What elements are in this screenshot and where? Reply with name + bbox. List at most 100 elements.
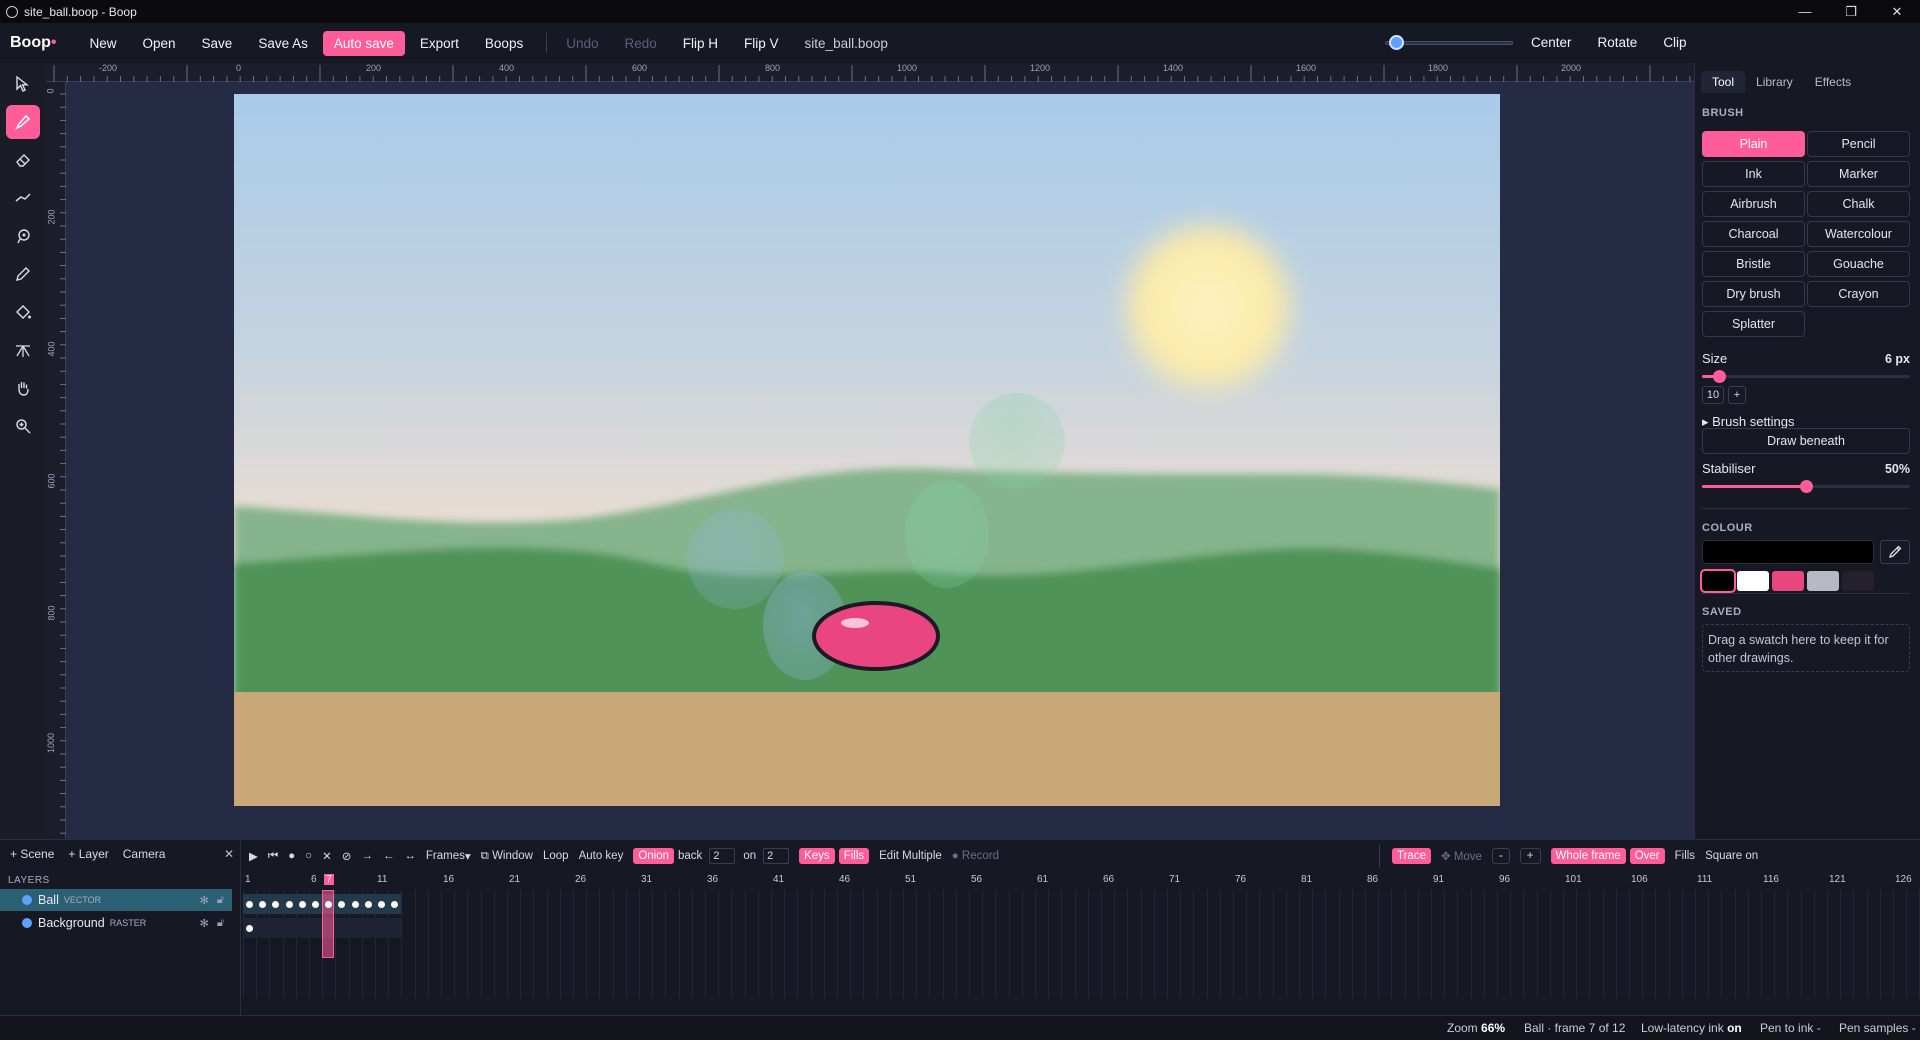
add-blank-frame-icon[interactable]: ○	[305, 850, 312, 862]
size-slider-thumb[interactable]	[1713, 370, 1726, 383]
symmetry-icon[interactable]	[6, 333, 40, 367]
keyframe-dot[interactable]	[351, 901, 359, 908]
trace-plus-button[interactable]: +	[1519, 848, 1541, 864]
clear-frame-icon[interactable]: ⊘	[342, 849, 352, 863]
first-frame-icon[interactable]: ⏮	[268, 850, 278, 863]
zoom-slider-thumb[interactable]	[1389, 35, 1404, 50]
lock-icon[interactable]: 🔓︎	[217, 894, 224, 907]
size-input[interactable]: 10	[1702, 386, 1724, 404]
save-as-button[interactable]: Save As	[247, 31, 319, 56]
brush-chalk-button[interactable]: Chalk	[1807, 191, 1910, 217]
whole-frame-toggle[interactable]: Whole frame	[1550, 848, 1626, 864]
brush-gouache-button[interactable]: Gouache	[1807, 251, 1910, 277]
close-panel-button[interactable]: ✕	[224, 847, 234, 861]
add-layer-button[interactable]: + Layer	[68, 847, 108, 861]
colour-swatch[interactable]	[1807, 571, 1839, 591]
keyframe-dot[interactable]	[285, 901, 293, 908]
onion-toggle-icon[interactable]: ✻	[200, 894, 209, 907]
fill-bucket-icon[interactable]	[6, 295, 40, 329]
lock-icon[interactable]: 🔓︎	[217, 917, 224, 930]
brush-watercolour-button[interactable]: Watercolour	[1807, 221, 1910, 247]
keyframe-dot[interactable]	[246, 925, 253, 932]
eraser-icon[interactable]	[6, 143, 40, 177]
size-slider[interactable]	[1702, 370, 1910, 383]
canvas-viewport[interactable]	[66, 82, 1694, 839]
onion-toggle[interactable]: Onion	[633, 848, 675, 864]
open-button[interactable]: Open	[132, 31, 187, 56]
over-toggle[interactable]: Over	[1629, 848, 1665, 864]
boops-button[interactable]: Boops	[474, 31, 534, 56]
brush-pencil-button[interactable]: Pencil	[1807, 131, 1910, 157]
maximize-button[interactable]: ❐	[1828, 0, 1874, 23]
size-plus-button[interactable]: +	[1728, 386, 1746, 404]
draw-beneath-button[interactable]: Draw beneath	[1702, 428, 1910, 454]
export-button[interactable]: Export	[409, 31, 470, 56]
select-arrow-icon[interactable]	[6, 67, 40, 101]
keys-toggle[interactable]: Keys	[799, 848, 835, 864]
stabiliser-slider[interactable]	[1702, 480, 1910, 493]
tab-tool[interactable]: Tool	[1701, 71, 1746, 93]
saved-swatches-dropzone[interactable]: Drag a swatch here to keep it for other …	[1702, 624, 1910, 672]
brush-dry-brush-button[interactable]: Dry brush	[1702, 281, 1805, 307]
lasso-icon[interactable]	[6, 219, 40, 253]
frames-dropdown[interactable]: Frames ▾	[426, 849, 471, 863]
clip-button[interactable]: Clip	[1652, 30, 1697, 55]
keyframe-dot[interactable]	[312, 901, 319, 908]
brush-plain-button[interactable]: Plain	[1702, 131, 1805, 157]
keyframe-dot[interactable]	[246, 901, 253, 908]
colour-swatch[interactable]	[1737, 571, 1769, 591]
colour-swatch[interactable]	[1700, 569, 1736, 593]
rotate-button[interactable]: Rotate	[1587, 30, 1649, 55]
brush-bristle-button[interactable]: Bristle	[1702, 251, 1805, 277]
play-icon[interactable]: ▶	[249, 849, 258, 863]
fills-toggle[interactable]: Fills	[838, 848, 870, 864]
record-button[interactable]: ● Record	[952, 850, 999, 862]
flip-h-button[interactable]: Flip H	[672, 31, 729, 56]
tab-library[interactable]: Library	[1745, 71, 1804, 93]
hand-icon[interactable]	[6, 371, 40, 405]
zoom-icon[interactable]	[6, 409, 40, 443]
center-button[interactable]: Center	[1520, 30, 1583, 55]
keyframe-dot[interactable]	[364, 901, 372, 908]
current-colour-swatch[interactable]	[1702, 540, 1874, 564]
onion-toggle-icon[interactable]: ✻	[200, 917, 209, 930]
edit-multiple-toggle[interactable]: Edit Multiple	[879, 850, 942, 862]
new-button[interactable]: New	[78, 31, 127, 56]
undo-button[interactable]: Undo	[555, 31, 609, 56]
pen-icon[interactable]	[6, 257, 40, 291]
line-icon[interactable]	[6, 181, 40, 215]
redo-button[interactable]: Redo	[613, 31, 667, 56]
layer-row-background[interactable]: Background RASTER ✻ 🔓︎	[0, 912, 232, 934]
brush-charcoal-button[interactable]: Charcoal	[1702, 221, 1805, 247]
brush-marker-button[interactable]: Marker	[1807, 161, 1910, 187]
onion-on-input[interactable]: 2	[763, 848, 790, 864]
drawing-canvas[interactable]	[234, 94, 1500, 806]
trace-fills-toggle[interactable]: Fills	[1675, 850, 1695, 862]
brush-icon[interactable]	[6, 105, 40, 139]
auto-save-toggle[interactable]: Auto save	[322, 30, 405, 56]
eyedropper-button[interactable]	[1880, 540, 1910, 564]
loop-toggle[interactable]: Loop	[543, 850, 569, 862]
brush-airbrush-button[interactable]: Airbrush	[1702, 191, 1805, 217]
layer-row-ball[interactable]: Ball VECTOR ✻ 🔓︎	[0, 889, 232, 911]
tab-effects[interactable]: Effects	[1804, 71, 1862, 93]
trace-toggle[interactable]: Trace	[1392, 848, 1431, 864]
auto-key-toggle[interactable]: Auto key	[579, 850, 624, 862]
colour-swatch[interactable]	[1842, 571, 1874, 591]
close-window-button[interactable]: ✕	[1874, 0, 1920, 23]
frames-grid[interactable]: 1 6 7 11 16 21 26 31 36 41 46 51 56 61 66 71 76 81 86 91 96 1…	[241, 872, 1920, 1002]
colour-swatch[interactable]	[1772, 571, 1804, 591]
save-button[interactable]: Save	[191, 31, 244, 56]
keyframe-dot[interactable]	[378, 901, 385, 908]
minimize-button[interactable]: —	[1782, 0, 1828, 23]
onion-back-input[interactable]: 2	[709, 848, 736, 864]
move-toggle[interactable]: ✥ Move	[1441, 849, 1482, 863]
camera-button[interactable]: Camera	[123, 847, 166, 861]
delete-frame-icon[interactable]: ✕	[322, 849, 332, 863]
add-scene-button[interactable]: + Scene	[10, 847, 54, 861]
trace-minus-button[interactable]: -	[1491, 848, 1510, 864]
brush-splatter-button[interactable]: Splatter	[1702, 311, 1805, 337]
add-keyframe-icon[interactable]: ●	[288, 850, 295, 862]
move-frame-left-icon[interactable]: ←	[383, 850, 395, 862]
expand-frames-icon[interactable]: ↔	[404, 850, 416, 862]
